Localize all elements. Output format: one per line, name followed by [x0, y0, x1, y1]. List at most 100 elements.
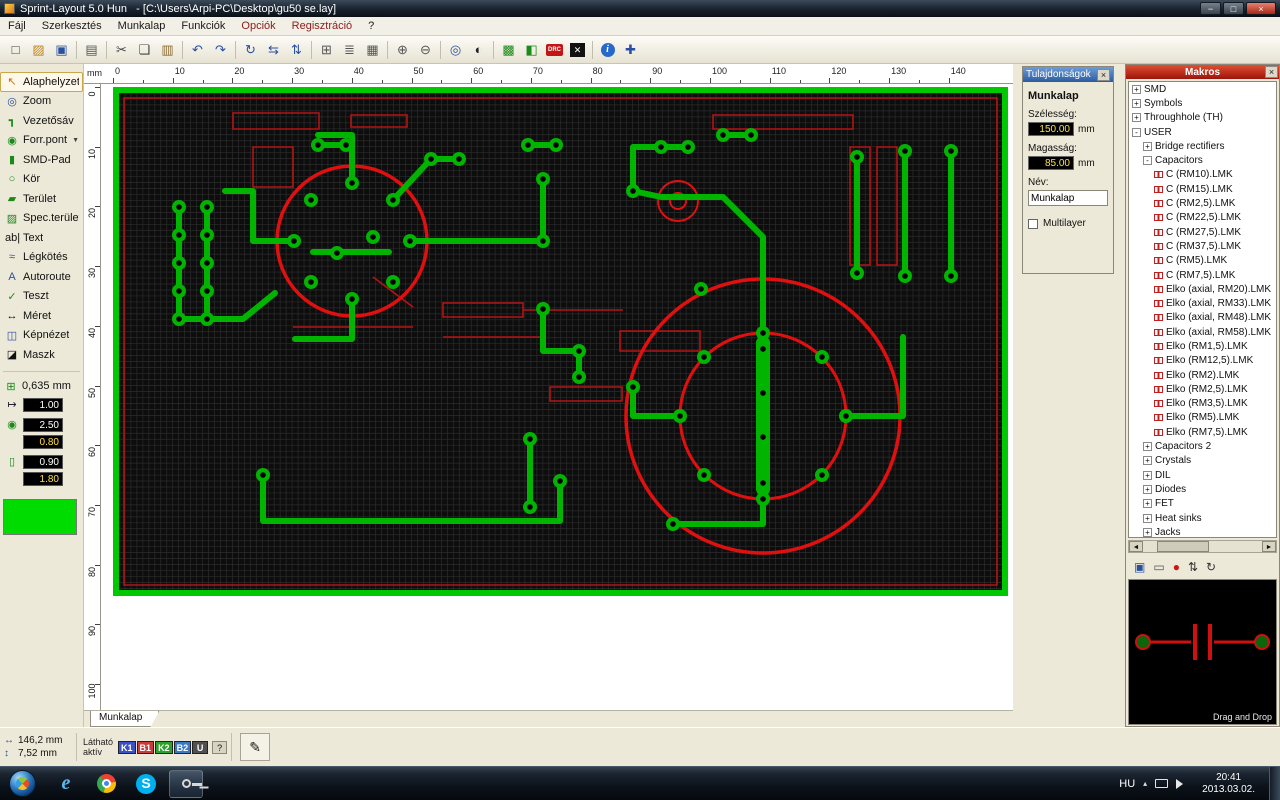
tool-kepnezet[interactable]: ◫ Képnézet: [0, 326, 83, 346]
macro-item[interactable]: + Bridge rectifiers: [1129, 139, 1276, 153]
macro-item[interactable]: Elko (RM5).LMK: [1129, 411, 1276, 425]
tool-zoom[interactable]: ◎ Zoom: [0, 92, 83, 112]
tool-text[interactable]: ab| Text: [0, 228, 83, 248]
macro-item[interactable]: Elko (RM12,5).LMK: [1129, 354, 1276, 368]
macro-item[interactable]: C (RM15).LMK: [1129, 182, 1276, 196]
tab-munkalap[interactable]: Munkalap: [90, 711, 159, 727]
macro-item[interactable]: + SMD: [1129, 82, 1276, 96]
toolbar-layer-pair[interactable]: ◧: [520, 39, 543, 61]
macro-item[interactable]: C (RM37,5).LMK: [1129, 239, 1276, 253]
save-macro-icon[interactable]: ▣: [1134, 560, 1145, 574]
macro-item[interactable]: C (RM22,5).LMK: [1129, 211, 1276, 225]
toolbar-mirror-vertical[interactable]: ⇅: [285, 39, 308, 61]
skype-icon[interactable]: S: [129, 770, 163, 798]
network-icon[interactable]: [1155, 779, 1169, 788]
macro-item[interactable]: Elko (RM1,5).LMK: [1129, 339, 1276, 353]
macro-item[interactable]: - Capacitors: [1129, 153, 1276, 167]
tool-smd-pad[interactable]: ▮ SMD-Pad: [0, 150, 83, 170]
sort-icon[interactable]: ⇅: [1188, 560, 1198, 574]
tool-meret[interactable]: ↔ Méret: [0, 306, 83, 326]
language-indicator[interactable]: HU: [1119, 778, 1135, 790]
layer-chip-K1[interactable]: K1: [118, 740, 136, 754]
pad-outer-value[interactable]: 2.50: [23, 417, 63, 432]
macro-item[interactable]: Elko (RM2).LMK: [1129, 368, 1276, 382]
toolbar-cut[interactable]: ✂: [110, 39, 133, 61]
record-icon[interactable]: ●: [1173, 560, 1180, 574]
macro-item[interactable]: + Symbols: [1129, 96, 1276, 110]
scrollbar-thumb[interactable]: [1157, 541, 1209, 552]
toolbar-paste[interactable]: ▥: [156, 39, 179, 61]
smd-width-value[interactable]: 0.90: [23, 454, 63, 469]
toolbar-rotate[interactable]: ↻: [239, 39, 262, 61]
close-macros-button[interactable]: ×: [1265, 66, 1278, 78]
pad-inner-value[interactable]: 0.80: [23, 434, 63, 449]
expand-toggle-icon[interactable]: -: [1143, 156, 1152, 166]
tool-terulet[interactable]: ▰ Terület: [0, 189, 83, 209]
expand-toggle-icon[interactable]: +: [1132, 84, 1141, 94]
layer-chip-B2[interactable]: B2: [173, 740, 192, 754]
toolbar-tile-copy[interactable]: ▦: [361, 39, 384, 61]
macro-preview[interactable]: Drag and Drop: [1128, 579, 1277, 725]
expand-toggle-icon[interactable]: +: [1143, 527, 1152, 537]
smd-size-setting[interactable]: ▯ 0.90 1.80: [0, 452, 83, 489]
volume-icon[interactable]: [1176, 778, 1188, 789]
macro-item[interactable]: C (RM5).LMK: [1129, 254, 1276, 268]
expand-toggle-icon[interactable]: +: [1143, 456, 1152, 466]
expand-toggle-icon[interactable]: +: [1143, 141, 1152, 151]
macro-item[interactable]: Elko (RM2,5).LMK: [1129, 382, 1276, 396]
tool-kor[interactable]: ○ Kör: [0, 170, 83, 190]
macro-item[interactable]: + Heat sinks: [1129, 511, 1276, 525]
pad-size-setting[interactable]: ◉ 2.50 0.80: [0, 415, 83, 452]
expand-toggle-icon[interactable]: +: [1132, 113, 1141, 123]
toolbar-crosshair[interactable]: ✚: [619, 39, 642, 61]
macro-item[interactable]: Elko (RM7,5).LMK: [1129, 425, 1276, 439]
toolbar-zoom-tool[interactable]: ◎: [444, 39, 467, 61]
expand-toggle-icon[interactable]: +: [1143, 470, 1152, 480]
tool-maszk[interactable]: ◪ Maszk: [0, 345, 83, 365]
macro-tree-scrollbar[interactable]: ◄ ►: [1128, 540, 1277, 553]
scroll-right-icon[interactable]: ►: [1262, 541, 1276, 552]
chrome-icon[interactable]: [89, 770, 123, 798]
toolbar-group[interactable]: ⊕: [391, 39, 414, 61]
menu-help[interactable]: ?: [360, 18, 382, 34]
track-width-setting[interactable]: ↦ 1.00: [0, 395, 83, 415]
delete-macro-icon[interactable]: ▭: [1153, 560, 1164, 574]
menu-fajl[interactable]: Fájl: [0, 18, 34, 34]
macro-item[interactable]: C (RM7,5).LMK: [1129, 268, 1276, 282]
clock[interactable]: 20:41 2013.03.02.: [1196, 772, 1261, 796]
track-width-value[interactable]: 1.00: [23, 397, 63, 412]
macro-item[interactable]: + Crystals: [1129, 454, 1276, 468]
help-button[interactable]: ?: [212, 740, 228, 754]
expand-toggle-icon[interactable]: +: [1143, 499, 1152, 509]
macro-item[interactable]: Elko (axial, RM33).LMK: [1129, 296, 1276, 310]
macro-item[interactable]: Elko (RM3,5).LMK: [1129, 397, 1276, 411]
toolbar-mirror-horizontal[interactable]: ⇆: [262, 39, 285, 61]
menu-regisztracio[interactable]: Regisztráció: [284, 18, 361, 34]
refresh-icon[interactable]: ↻: [1206, 560, 1216, 574]
layer-chip-U[interactable]: U: [192, 740, 209, 754]
expand-toggle-icon[interactable]: +: [1143, 513, 1152, 523]
macro-item[interactable]: + Jacks: [1129, 525, 1276, 537]
menu-opciok[interactable]: Opciók: [233, 18, 283, 34]
expand-toggle-icon[interactable]: -: [1132, 127, 1141, 137]
macro-item[interactable]: + Capacitors 2: [1129, 439, 1276, 453]
menu-szerkesztes[interactable]: Szerkesztés: [34, 18, 110, 34]
expand-toggle-icon[interactable]: +: [1143, 442, 1152, 452]
toolbar-info[interactable]: i: [596, 39, 619, 61]
macro-item[interactable]: Elko (axial, RM58).LMK: [1129, 325, 1276, 339]
dropdown-arrow-icon[interactable]: ▼: [72, 137, 79, 144]
tool-autoroute[interactable]: A Autoroute: [0, 267, 83, 287]
layer-chip-K2[interactable]: K2: [155, 740, 173, 754]
toolbar-new-file[interactable]: □: [4, 39, 27, 61]
toolbar-open-file[interactable]: ▨: [27, 39, 50, 61]
macro-item[interactable]: C (RM10).LMK: [1129, 168, 1276, 182]
close-properties-button[interactable]: ×: [1097, 68, 1110, 81]
hidden-icons-button[interactable]: ▴: [1143, 779, 1147, 788]
toolbar-layer-view[interactable]: ▩: [497, 39, 520, 61]
toolbar-macro-library[interactable]: ≣: [338, 39, 361, 61]
macro-item[interactable]: Elko (axial, RM48).LMK: [1129, 311, 1276, 325]
maximize-button[interactable]: □: [1223, 2, 1244, 15]
toolbar-blackout[interactable]: ✕: [566, 39, 589, 61]
height-input[interactable]: 85.00: [1028, 156, 1074, 170]
toolbar-grid-raster[interactable]: ⊞: [315, 39, 338, 61]
